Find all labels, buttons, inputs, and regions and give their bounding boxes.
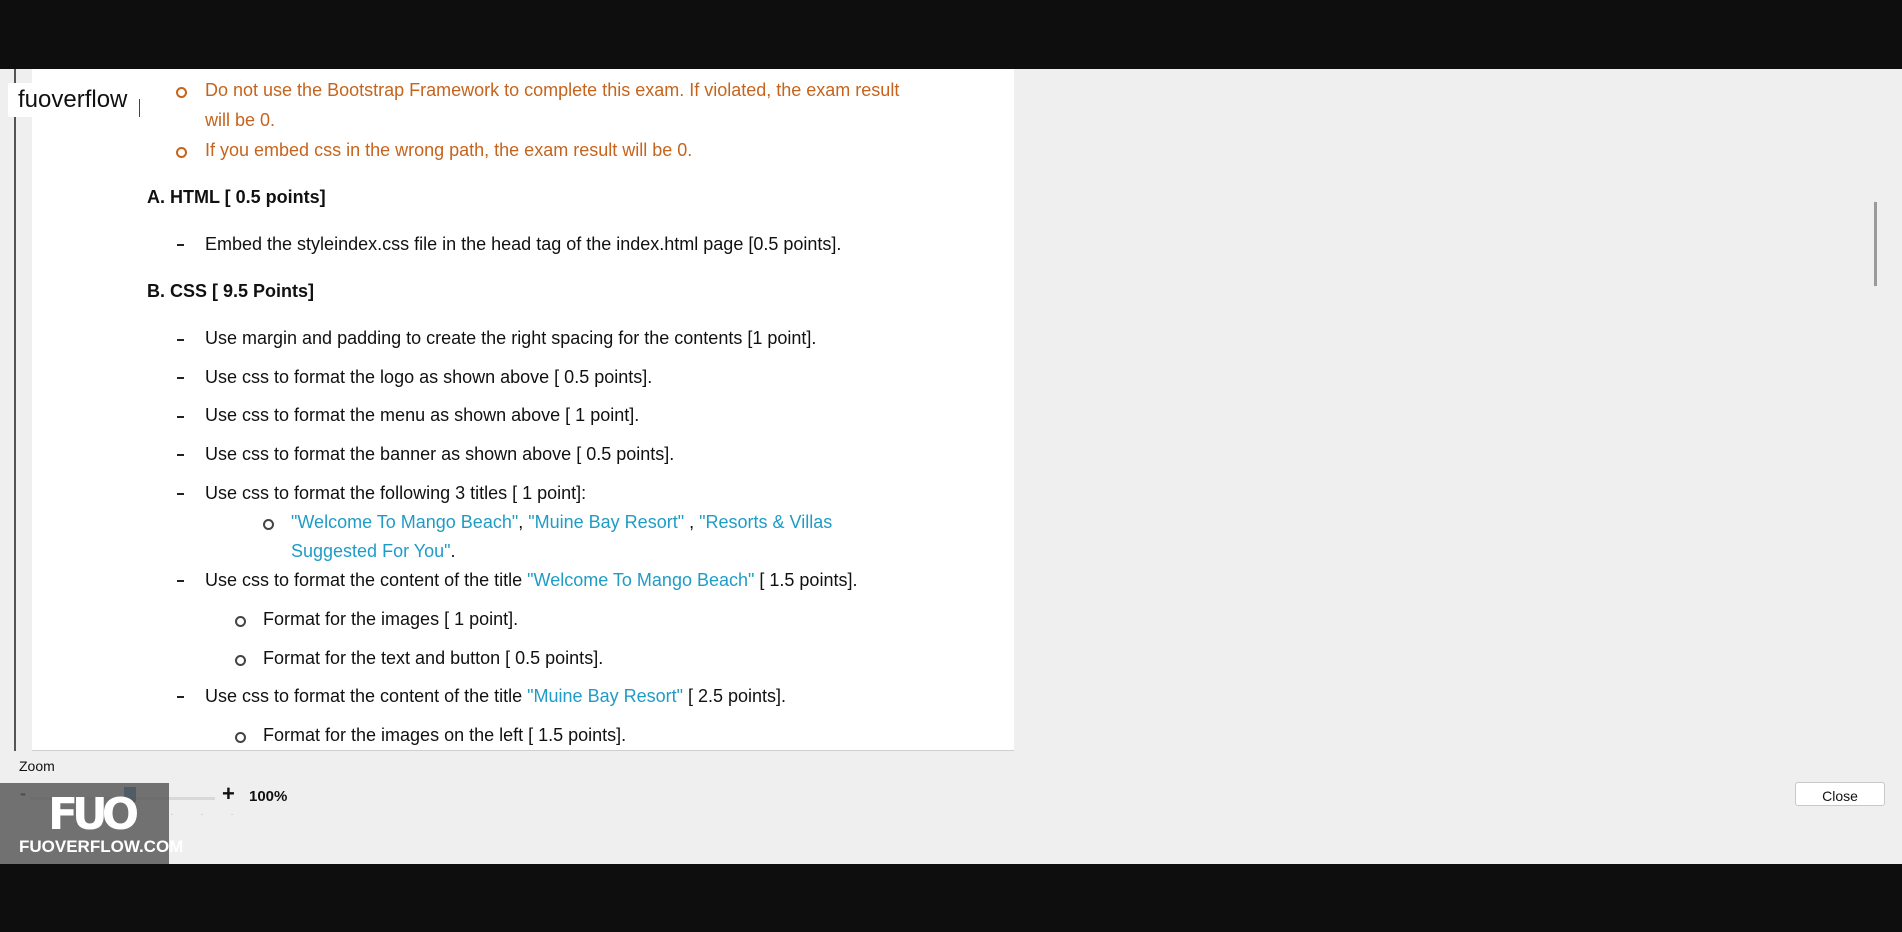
watermark: FUO FUOVERFLOW.COM <box>0 783 183 864</box>
section-b-item-titles: Use css to format the following 3 titles… <box>205 483 587 503</box>
period: . <box>450 541 456 561</box>
separator: , <box>518 512 529 532</box>
zoom-value: 100% <box>249 788 288 805</box>
sub-bullet-icon <box>235 732 246 743</box>
watermark-text: FUOVERFLOW.COM <box>19 837 184 856</box>
item-prefix: Use css to format the content of the tit… <box>205 570 528 590</box>
item-title: "Muine Bay Resort" <box>527 686 683 706</box>
section-a-heading: A. HTML [ 0.5 points] <box>147 187 326 207</box>
document-viewport[interactable]: Do not use the Bootstrap Framework to co… <box>0 69 1902 751</box>
item-suffix: [ 1.5 points]. <box>754 570 858 590</box>
section-b-item-logo: Use css to format the logo as shown abov… <box>205 367 653 387</box>
title-resorts-villas: "Resorts & Villas <box>699 512 833 532</box>
dash-bullet-icon <box>177 377 184 379</box>
mango-sub-images: Format for the images [ 1 point]. <box>263 609 519 629</box>
titles-list-line-1: "Welcome To Mango Beach", "Muine Bay Res… <box>291 510 832 534</box>
section-b-item-banner: Use css to format the banner as shown ab… <box>205 444 675 464</box>
sub-bullet-icon <box>235 655 246 666</box>
dash-bullet-icon <box>177 244 184 246</box>
watermark-logo: FUO <box>48 789 139 840</box>
sub-bullet-icon <box>235 616 246 627</box>
note-1-line-1: Do not use the Bootstrap Framework to co… <box>205 80 900 100</box>
item-suffix: [ 2.5 points]. <box>683 686 787 706</box>
dash-bullet-icon <box>177 696 184 698</box>
item-title: "Welcome To Mango Beach" <box>527 570 755 590</box>
left-border-rule <box>14 69 16 751</box>
sub-bullet-icon <box>263 519 274 530</box>
fuoverflow-label: fuoverflow <box>8 83 138 117</box>
dash-bullet-icon <box>177 416 184 418</box>
note-bullet-icon <box>176 147 187 158</box>
title-muine-bay: "Muine Bay Resort" <box>528 512 685 532</box>
titles-list-line-2: Suggested For You". <box>291 539 456 563</box>
section-a-item: Embed the styleindex.css file in the hea… <box>205 234 842 254</box>
section-b-item-muine: Use css to format the content of the tit… <box>205 684 786 708</box>
title-suggested: Suggested For You" <box>291 541 451 561</box>
dash-bullet-icon <box>177 493 184 495</box>
note-bullet-icon <box>176 87 187 98</box>
document-viewer-window: Do not use the Bootstrap Framework to co… <box>0 69 1902 864</box>
section-b-item-menu: Use css to format the menu as shown abov… <box>205 405 640 425</box>
dash-bullet-icon <box>177 454 184 456</box>
document-page: Do not use the Bootstrap Framework to co… <box>32 69 1014 751</box>
text-cursor <box>139 99 140 117</box>
section-b-item-mango: Use css to format the content of the tit… <box>205 568 857 592</box>
zoom-label: Zoom <box>19 758 55 774</box>
section-b-heading: B. CSS [ 9.5 Points] <box>147 281 315 301</box>
section-b-item-spacing: Use margin and padding to create the rig… <box>205 328 817 348</box>
dash-bullet-icon <box>177 580 184 582</box>
title-mango-beach: "Welcome To Mango Beach" <box>291 512 519 532</box>
dash-bullet-icon <box>177 339 184 341</box>
item-prefix: Use css to format the content of the tit… <box>205 686 528 706</box>
vertical-scrollbar[interactable] <box>1864 69 1888 751</box>
zoom-in-button[interactable]: + <box>222 781 235 807</box>
page-divider <box>32 750 1014 751</box>
separator: , <box>684 512 700 532</box>
mango-sub-text-button: Format for the text and button [ 0.5 poi… <box>263 648 604 668</box>
muine-sub-images: Format for the images on the left [ 1.5 … <box>263 725 627 745</box>
note-1-line-2: will be 0. <box>205 110 276 130</box>
note-2: If you embed css in the wrong path, the … <box>205 140 693 160</box>
close-button[interactable]: Close <box>1795 782 1885 806</box>
scrollbar-thumb[interactable] <box>1874 202 1877 286</box>
